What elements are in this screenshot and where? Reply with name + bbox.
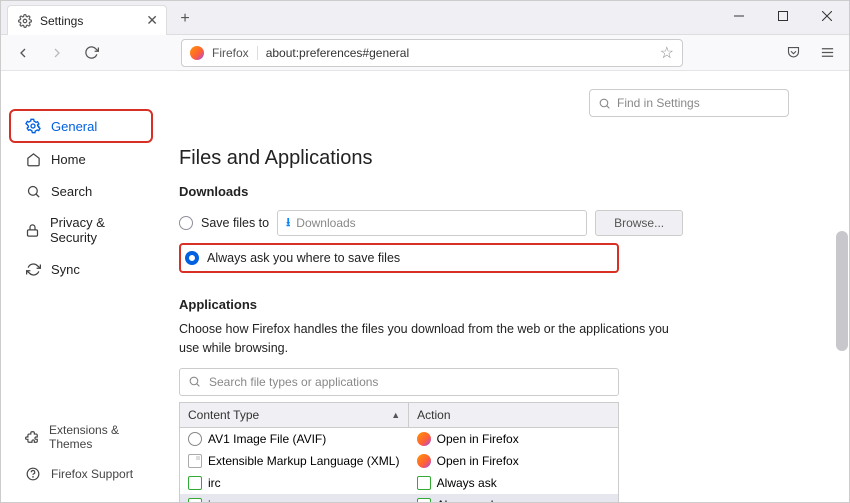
radio-always-ask[interactable]: [185, 251, 199, 265]
window-minimize-button[interactable]: [717, 1, 761, 31]
find-in-settings-input[interactable]: Find in Settings: [589, 89, 789, 117]
url-address: about:preferences#general: [266, 46, 652, 60]
app-menu-button[interactable]: [813, 39, 841, 67]
sidebar-label: Sync: [51, 262, 80, 277]
nav-toolbar: Firefox about:preferences#general ☆: [1, 35, 849, 71]
settings-sidebar: General Home Search Privacy & Security S…: [1, 71, 161, 502]
sidebar-item-home[interactable]: Home: [11, 144, 151, 174]
filetype-icon: [188, 454, 202, 468]
subsection-applications: Applications: [179, 297, 809, 312]
always-ask-label: Always ask you where to save files: [207, 251, 400, 265]
titlebar: Settings ✕ +: [1, 1, 849, 35]
gear-icon: [25, 118, 41, 134]
action-cell: Always ask: [437, 498, 497, 503]
sidebar-label: Firefox Support: [51, 467, 133, 481]
sidebar-item-sync[interactable]: Sync: [11, 254, 151, 284]
reload-button[interactable]: [77, 39, 105, 67]
download-arrow-icon: ⭳: [286, 213, 290, 234]
bookmark-star-icon[interactable]: ☆: [660, 43, 674, 63]
save-to-label: Save files to: [201, 216, 269, 230]
browse-button[interactable]: Browse...: [595, 210, 683, 236]
filetype-icon: [188, 432, 202, 446]
download-path-field[interactable]: ⭳ Downloads: [277, 210, 587, 236]
settings-content: Find in Settings Files and Applications …: [161, 71, 849, 502]
sidebar-label: Privacy & Security: [50, 215, 137, 245]
table-header: Content Type▲ Action: [180, 403, 618, 428]
sidebar-item-privacy[interactable]: Privacy & Security: [11, 208, 151, 252]
help-icon: [25, 466, 41, 482]
search-apps-placeholder: Search file types or applications: [209, 375, 378, 389]
window-maximize-button[interactable]: [761, 1, 805, 31]
radio-save-to[interactable]: [179, 216, 193, 230]
section-title-files: Files and Applications: [179, 147, 809, 170]
col-action[interactable]: Action: [409, 403, 618, 427]
pocket-button[interactable]: [779, 39, 807, 67]
action-cell: Open in Firefox: [437, 454, 519, 468]
sync-icon: [25, 261, 41, 277]
sidebar-item-extensions[interactable]: Extensions & Themes: [11, 416, 151, 458]
filetype-icon: [188, 476, 202, 490]
firefox-icon: [190, 46, 204, 60]
table-row[interactable]: Extensible Markup Language (XML) Open in …: [180, 450, 618, 472]
lock-icon: [25, 222, 40, 238]
forward-button[interactable]: [43, 39, 71, 67]
action-icon: [417, 476, 431, 490]
search-icon: [598, 97, 611, 110]
close-tab-icon[interactable]: ✕: [146, 12, 158, 29]
content-type-cell: ircs: [208, 498, 227, 503]
sidebar-label: Home: [51, 152, 86, 167]
new-tab-button[interactable]: +: [171, 5, 199, 33]
table-row[interactable]: AV1 Image File (AVIF) Open in Firefox: [180, 428, 618, 450]
content-type-cell: Extensible Markup Language (XML): [208, 454, 399, 468]
download-folder: Downloads: [296, 216, 355, 230]
table-row[interactable]: irc Always ask: [180, 472, 618, 494]
sort-asc-icon: ▲: [391, 410, 400, 420]
url-identity: Firefox: [212, 46, 258, 60]
save-files-to-row: Save files to ⭳ Downloads Browse...: [179, 207, 809, 239]
window-close-button[interactable]: [805, 1, 849, 31]
col-content-type[interactable]: Content Type▲: [180, 403, 409, 427]
action-cell: Always ask: [437, 476, 497, 490]
content-type-cell: AV1 Image File (AVIF): [208, 432, 326, 446]
sidebar-label: General: [51, 119, 97, 134]
content-type-cell: irc: [208, 476, 221, 490]
sidebar-label: Search: [51, 184, 92, 199]
filetype-icon: [188, 498, 202, 503]
search-icon: [25, 183, 41, 199]
puzzle-icon: [25, 429, 39, 445]
gear-icon: [18, 14, 32, 28]
sidebar-item-search[interactable]: Search: [11, 176, 151, 206]
home-icon: [25, 151, 41, 167]
table-row[interactable]: ircs Always ask: [180, 494, 618, 503]
action-icon: [417, 432, 431, 446]
find-placeholder: Find in Settings: [617, 96, 700, 110]
sidebar-label: Extensions & Themes: [49, 423, 137, 451]
search-icon: [188, 375, 201, 388]
applications-table: Content Type▲ Action AV1 Image File (AVI…: [179, 402, 619, 503]
url-bar[interactable]: Firefox about:preferences#general ☆: [181, 39, 683, 67]
page-body: General Home Search Privacy & Security S…: [1, 71, 849, 502]
always-ask-highlight: Always ask you where to save files: [179, 243, 619, 273]
sidebar-item-support[interactable]: Firefox Support: [11, 459, 151, 489]
tab-title: Settings: [40, 14, 138, 28]
applications-description: Choose how Firefox handles the files you…: [179, 320, 669, 358]
search-applications-input[interactable]: Search file types or applications: [179, 368, 619, 396]
browser-tab[interactable]: Settings ✕: [7, 5, 167, 35]
back-button[interactable]: [9, 39, 37, 67]
action-icon: [417, 454, 431, 468]
action-icon: [417, 498, 431, 503]
action-cell: Open in Firefox: [437, 432, 519, 446]
subsection-downloads: Downloads: [179, 184, 809, 199]
scrollbar[interactable]: [836, 231, 848, 351]
sidebar-item-general[interactable]: General: [9, 109, 153, 143]
